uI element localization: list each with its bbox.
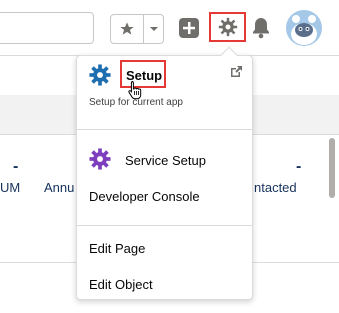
menu-item-edit-object[interactable]: Edit Object [77,272,252,296]
favorites-menu-button[interactable] [144,15,163,43]
developer-console-label: Developer Console [89,189,200,204]
favorites-button-group [110,14,164,44]
global-header [0,0,339,56]
chevron-down-icon [149,27,158,31]
external-link-icon[interactable] [229,65,243,79]
bg-field-dash: - [13,158,19,175]
menu-separator [77,225,252,226]
notifications-button[interactable] [248,15,274,41]
menu-item-edit-page[interactable]: Edit Page [77,236,252,260]
gear-purple-icon [89,148,111,170]
gear-icon [89,64,111,86]
menu-item-developer-console[interactable]: Developer Console [77,184,252,208]
plus-icon [179,18,199,38]
page-scrollbar[interactable] [329,138,335,198]
setup-dropdown-menu: Setup Setup for current app Service Setu… [76,46,253,300]
hand-cursor-icon [128,81,142,100]
salesforce-screen: - - UM Annu ntacted Setup Setup for curr… [0,0,339,313]
edit-page-label: Edit Page [89,241,146,256]
bg-column-label: Annu [44,180,75,195]
bell-icon [253,18,269,39]
menu-item-setup[interactable]: Setup Setup for current app [77,56,252,129]
star-icon [120,22,134,35]
gear-icon [218,17,237,37]
favorites-button[interactable] [111,15,144,43]
global-actions-button[interactable] [176,15,202,41]
bg-field-dash: - [296,158,302,175]
global-search-input[interactable] [0,12,94,44]
bg-column-label: ntacted [254,180,297,195]
service-setup-label: Service Setup [125,153,206,168]
edit-object-label: Edit Object [89,277,153,292]
user-avatar[interactable] [286,10,322,46]
menu-item-service-setup[interactable]: Service Setup [77,144,252,174]
setup-gear-button[interactable] [209,12,246,42]
menu-separator [77,129,252,130]
astro-avatar [286,10,322,46]
bg-column-label: UM [0,180,21,195]
